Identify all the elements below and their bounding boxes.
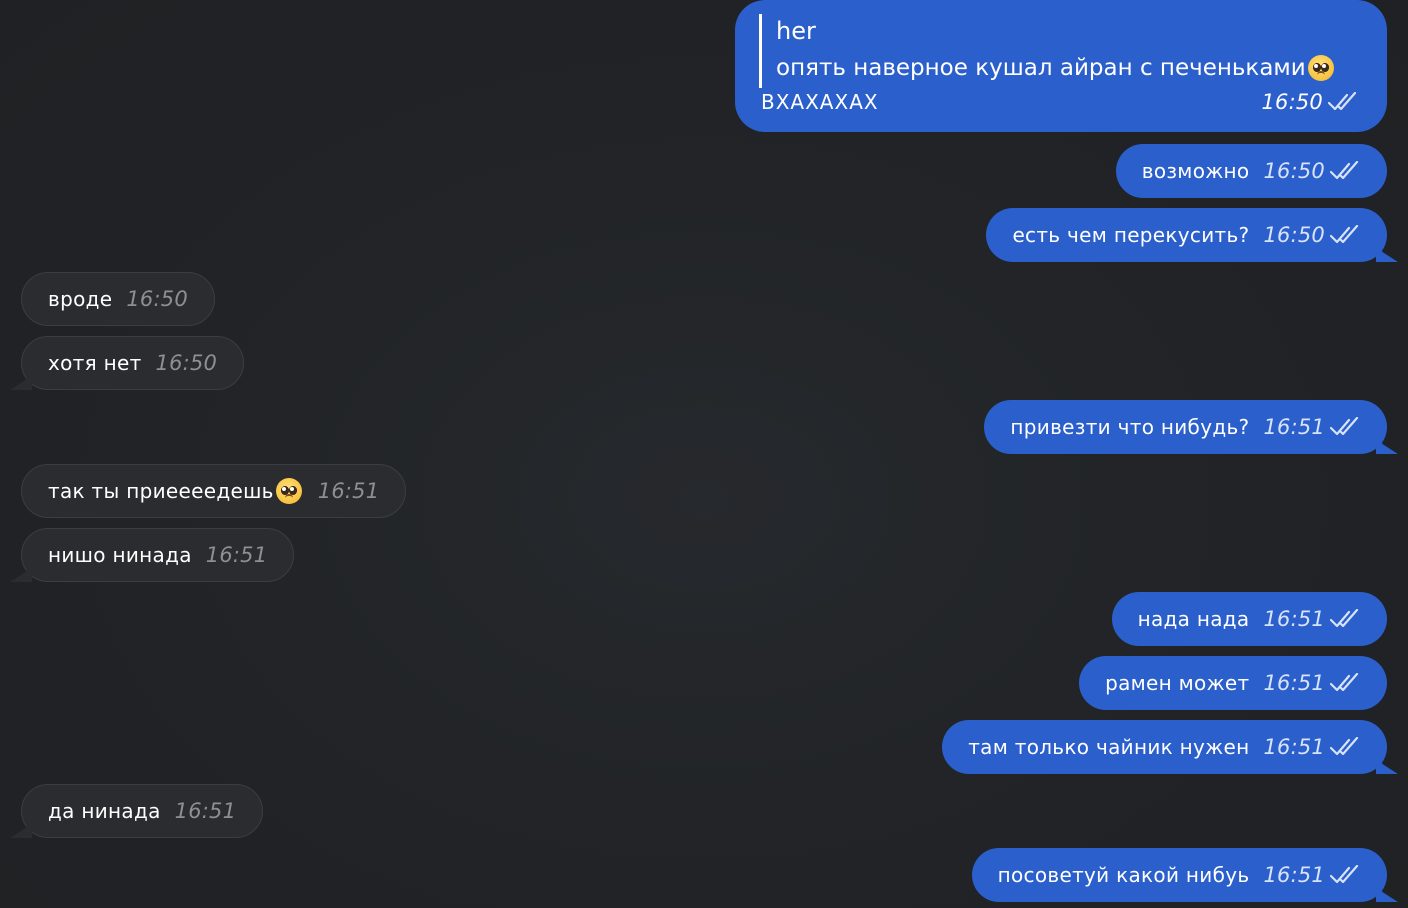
message-time: 16:51	[174, 799, 237, 823]
reply-message-bubble[interactable]: her опять наверное кушал айран с печеньк…	[735, 0, 1387, 132]
bubble-tail	[10, 816, 32, 838]
message-text: там только чайник нужен	[968, 735, 1250, 759]
quoted-message[interactable]: her опять наверное кушал айран с печеньк…	[759, 14, 1334, 88]
double-check-icon	[1329, 161, 1359, 180]
incoming-message[interactable]: нишо нинада 16:51	[10, 528, 295, 582]
message-time: 16:51	[317, 479, 380, 503]
outgoing-message[interactable]: возможно 16:50	[1115, 144, 1387, 198]
outgoing-message[interactable]: рамен может 16:51	[1079, 656, 1387, 710]
quote-text-row: опять наверное кушал айран с печеньками	[776, 48, 1334, 88]
incoming-message[interactable]: хотя нет 16:50	[10, 336, 245, 390]
bubble-tail	[10, 368, 32, 390]
message-text: возможно	[1141, 159, 1250, 183]
quote-author: her	[776, 17, 816, 45]
message-time: 16:50	[155, 351, 218, 375]
message-time: 16:51	[205, 543, 268, 567]
message-text: хотя нет	[48, 351, 142, 375]
message-time: 16:51	[1263, 863, 1325, 887]
bubble-tail	[1376, 432, 1398, 454]
double-check-icon	[1327, 92, 1357, 111]
quote-text: опять наверное кушал айран с печеньками	[776, 55, 1306, 81]
pleading-face-emoji-icon	[1307, 55, 1334, 81]
double-check-icon	[1329, 673, 1359, 692]
incoming-message[interactable]: так ты приеееедешь 16:51	[21, 464, 407, 518]
message-text: посоветуй какой нибуь	[997, 863, 1250, 887]
message-time: 16:50	[126, 287, 188, 311]
message-time: 16:51	[1263, 607, 1325, 631]
double-check-icon	[1329, 865, 1359, 884]
message-time: 16:50	[1263, 159, 1325, 183]
outgoing-message[interactable]: есть чем перекусить? 16:50	[986, 208, 1398, 262]
incoming-message[interactable]: да нинада 16:51	[10, 784, 264, 838]
chat-area[interactable]: her опять наверное кушал айран с печеньк…	[0, 0, 1408, 908]
outgoing-message[interactable]: посоветуй какой нибуь 16:51	[971, 848, 1398, 902]
message-time: 16:50	[1261, 90, 1323, 114]
message-time: 16:51	[1263, 415, 1325, 439]
double-check-icon	[1329, 417, 1359, 436]
message-text: вроде	[48, 287, 113, 311]
message-time: 16:50	[1263, 223, 1325, 247]
message-meta: 16:50	[1261, 90, 1359, 114]
message-text: так ты приеееедешь	[48, 479, 274, 503]
message-time: 16:51	[1263, 671, 1325, 695]
message-text: ВХАХАХАХ	[761, 90, 879, 114]
outgoing-message[interactable]: привезти что нибудь? 16:51	[984, 400, 1398, 454]
message-time: 16:51	[1263, 735, 1325, 759]
double-check-icon	[1329, 609, 1359, 628]
outgoing-message[interactable]: нада нада 16:51	[1111, 592, 1387, 646]
message-text: привезти что нибудь?	[1010, 415, 1250, 439]
message-text: нишо нинада	[48, 543, 192, 567]
outgoing-message[interactable]: там только чайник нужен 16:51	[942, 720, 1398, 774]
message-text: да нинада	[48, 799, 161, 823]
double-check-icon	[1329, 737, 1359, 756]
bubble-tail	[10, 560, 32, 582]
double-check-icon	[1329, 225, 1359, 244]
message-text: рамен может	[1105, 671, 1250, 695]
bubble-tail	[1376, 880, 1398, 902]
message-text: есть чем перекусить?	[1012, 223, 1250, 247]
bubble-tail	[1376, 752, 1398, 774]
message-text: нада нада	[1137, 607, 1250, 631]
bubble-tail	[1376, 240, 1398, 262]
incoming-message[interactable]: вроде 16:50	[21, 272, 215, 326]
pleading-face-emoji-icon	[275, 478, 302, 504]
